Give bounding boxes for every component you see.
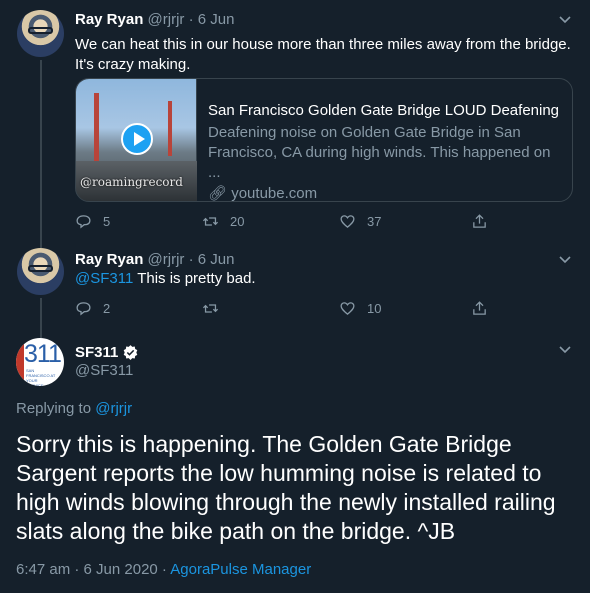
share-button[interactable] xyxy=(471,211,499,231)
like-button[interactable]: 37 xyxy=(339,211,381,231)
logo-subtitle: SAN FRANCISCO AT YOUR SERVICE xyxy=(26,368,56,386)
retweet-icon xyxy=(202,216,219,226)
thread-connector xyxy=(40,298,42,330)
card-thumbnail[interactable]: @roamingrecord xyxy=(76,79,197,201)
card-body: San Francisco Golden Gate Bridge LOUD De… xyxy=(208,101,563,202)
chevron-down-icon[interactable] xyxy=(558,342,572,356)
tweet-header: Ray Ryan @rjrjr · 6 Jun xyxy=(75,11,234,29)
tweet-date[interactable]: · 6 Jun xyxy=(189,251,235,268)
reply-button[interactable]: 2 xyxy=(75,298,110,318)
like-count: 10 xyxy=(367,300,382,316)
main-author-name-text: SF311 xyxy=(75,344,119,361)
tweet-actions: 5 20 37 xyxy=(75,211,515,231)
author-name[interactable]: Ray Ryan xyxy=(75,251,143,268)
thread-connector xyxy=(40,240,42,248)
like-icon xyxy=(340,214,355,228)
source-app-link[interactable]: AgoraPulse Manager xyxy=(170,561,311,578)
card-description: Deafening noise on Golden Gate Bridge in… xyxy=(208,124,551,181)
thumbnail-watermark: @roamingrecord xyxy=(80,175,183,189)
tweet-date[interactable]: · 6 Jun xyxy=(189,11,235,28)
verified-icon xyxy=(124,345,138,360)
share-button[interactable] xyxy=(471,298,499,318)
thread-connector xyxy=(40,330,42,338)
card-domain-text: youtube.com xyxy=(231,185,318,202)
like-icon xyxy=(340,301,355,315)
tweet-actions: 2 10 xyxy=(75,298,515,318)
share-icon xyxy=(473,213,486,228)
author-handle[interactable]: @rjrjr xyxy=(148,11,185,28)
tweet-text-body: This is pretty bad. xyxy=(133,270,256,287)
replying-to-link[interactable]: @rjrjr xyxy=(95,400,132,417)
retweet-button[interactable]: 20 xyxy=(202,211,244,231)
tweet-header: Ray Ryan @rjrjr · 6 Jun xyxy=(75,251,234,269)
tweet-1[interactable]: Ray Ryan @rjrjr · 6 Jun We can heat this… xyxy=(0,0,590,240)
main-tweet-text: Sorry this is happening. The Golden Gate… xyxy=(16,431,556,544)
tweet-text: We can heat this in our house more than … xyxy=(75,36,571,73)
author-handle[interactable]: @rjrjr xyxy=(148,251,185,268)
like-count: 37 xyxy=(367,213,382,229)
avatar[interactable] xyxy=(17,10,64,57)
logo-number: 311 xyxy=(24,340,62,368)
reply-button[interactable]: 5 xyxy=(75,211,110,231)
sf311-avatar[interactable]: 311 SAN FRANCISCO AT YOUR SERVICE xyxy=(16,338,64,386)
avatar[interactable] xyxy=(17,248,64,295)
author-name[interactable]: Ray Ryan xyxy=(75,11,143,28)
retweet-count: 20 xyxy=(230,213,245,229)
tweet-text: @SF311 This is pretty bad. xyxy=(75,269,575,289)
retweet-button[interactable] xyxy=(202,298,230,318)
retweet-icon xyxy=(202,303,219,313)
play-icon[interactable] xyxy=(121,123,153,155)
tweet-timestamp: 6:47 am · 6 Jun 2020 · AgoraPulse Manage… xyxy=(16,561,311,578)
main-author-handle[interactable]: @SF311 xyxy=(75,362,133,379)
mention-link[interactable]: @SF311 xyxy=(75,270,133,287)
reply-icon xyxy=(76,214,91,228)
bridge-logo-mark xyxy=(16,338,24,386)
chevron-down-icon[interactable] xyxy=(558,12,572,26)
card-domain: 🔗︎ youtube.com xyxy=(208,184,563,202)
link-card[interactable]: @roamingrecord San Francisco Golden Gate… xyxy=(75,78,573,202)
share-icon xyxy=(473,300,486,315)
like-button[interactable]: 10 xyxy=(339,298,381,318)
thread-connector xyxy=(40,60,42,240)
card-title: San Francisco Golden Gate Bridge LOUD De… xyxy=(208,102,563,119)
tweet-2[interactable]: Ray Ryan @rjrjr · 6 Jun @SF311 This is p… xyxy=(0,240,590,330)
chevron-down-icon[interactable] xyxy=(558,252,572,266)
reply-count: 5 xyxy=(103,213,111,229)
replying-to: Replying to @rjrjr xyxy=(16,400,132,417)
reply-icon xyxy=(76,301,91,315)
replying-prefix: Replying to xyxy=(16,400,96,417)
reply-count: 2 xyxy=(103,300,111,316)
main-author-name[interactable]: SF311 xyxy=(75,344,139,361)
timestamp-text[interactable]: 6:47 am · 6 Jun 2020 · xyxy=(16,561,170,578)
link-icon: 🔗︎ xyxy=(208,185,228,202)
